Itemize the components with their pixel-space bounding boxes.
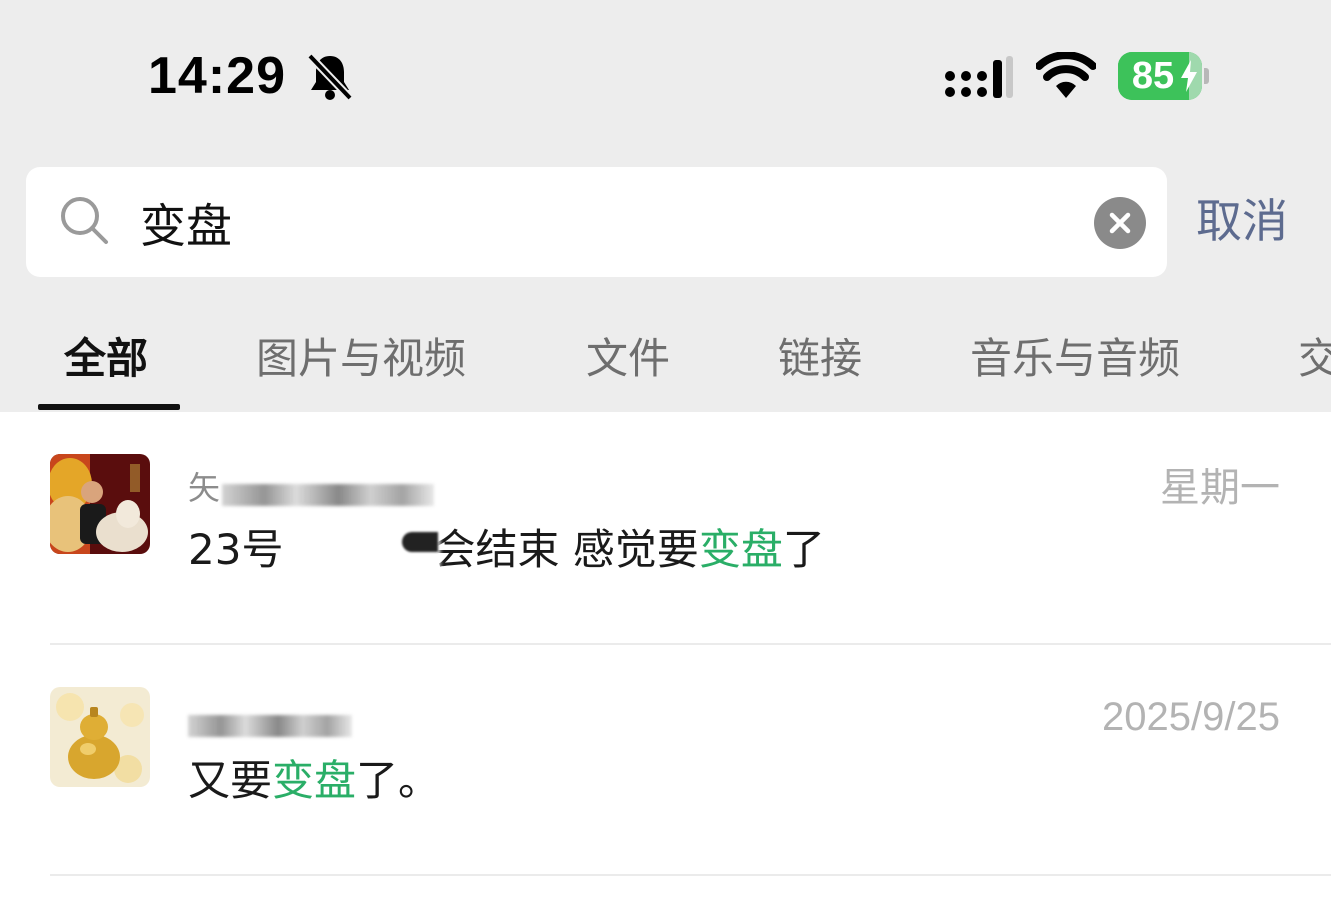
tab-images-videos[interactable]: 图片与视频 — [256, 330, 466, 388]
avatar — [50, 454, 150, 554]
search-icon — [61, 197, 108, 244]
highlight-keyword: 变盘 — [698, 525, 783, 574]
tab-more-partial[interactable]: 交 — [1298, 330, 1331, 388]
avatar-image — [50, 454, 150, 554]
highlight-keyword: 变盘 — [272, 756, 357, 805]
redacted-name — [188, 715, 352, 737]
battery-charging-icon: 85 — [1118, 52, 1209, 100]
tab-files[interactable]: 文件 — [586, 330, 670, 388]
message-snippet: 又要变盘了。 — [188, 753, 440, 809]
charging-bolt-icon — [1181, 60, 1197, 92]
tab-music-audio[interactable]: 音乐与音频 — [970, 330, 1180, 388]
redaction-artifact — [402, 532, 438, 552]
redacted-name — [222, 484, 434, 506]
snippet-text: 23号 — [188, 525, 284, 574]
avatar-image — [50, 687, 150, 787]
cellular-signal-icon — [945, 56, 1013, 98]
tab-all[interactable]: 全部 — [64, 330, 148, 388]
message-snippet: 23号 会结束 感觉要变盘了 — [188, 522, 825, 578]
battery-percent: 85 — [1131, 55, 1175, 97]
search-input[interactable] — [140, 188, 1040, 258]
search-result-item[interactable]: 2025/9/25 又要变盘了。 — [0, 645, 1331, 875]
redacted-area — [290, 518, 440, 592]
result-time: 星期一 — [1160, 466, 1280, 510]
cancel-button[interactable]: 取消 — [1196, 188, 1288, 254]
wifi-icon — [1036, 52, 1096, 98]
snippet-text: 了。 — [356, 756, 441, 805]
avatar — [50, 687, 150, 787]
snippet-text: 又要 — [188, 756, 273, 805]
active-tab-indicator — [38, 404, 180, 410]
search-result-item[interactable]: 矢 星期一 23号 会结束 感觉要变盘了 — [0, 412, 1331, 644]
status-time: 14:29 — [148, 47, 286, 105]
snippet-text: 会结束 感觉要 — [433, 525, 699, 574]
tab-links[interactable]: 链接 — [778, 330, 862, 388]
bell-muted-icon — [307, 53, 353, 101]
sender-name: 矢 — [188, 469, 221, 507]
snippet-text: 了 — [782, 525, 825, 574]
clear-search-icon[interactable] — [1094, 197, 1146, 249]
result-time: 2025/9/25 — [1102, 695, 1280, 739]
divider — [50, 874, 1331, 876]
